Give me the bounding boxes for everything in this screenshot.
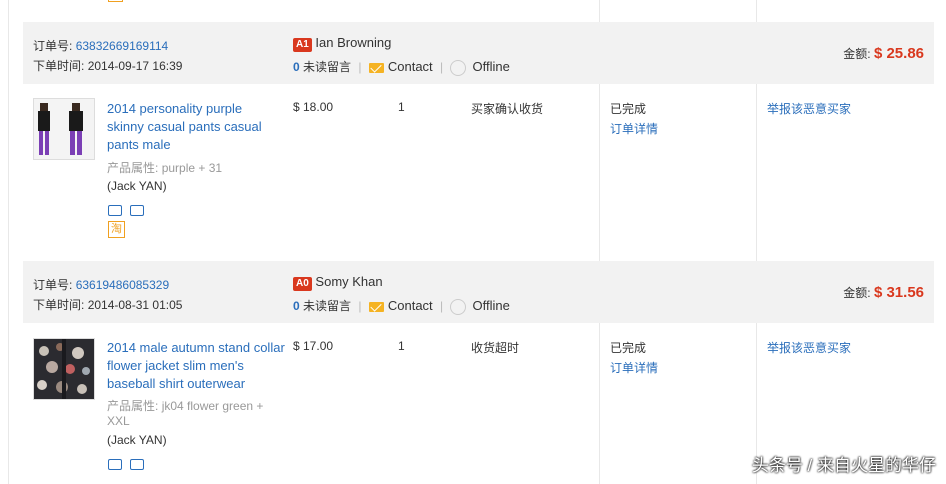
column-divider xyxy=(8,0,9,484)
watermark: 头条号 / 来自火星的华仔 xyxy=(751,456,936,475)
tao-icon-partial xyxy=(108,0,123,2)
amount-label: 金额: xyxy=(843,47,871,61)
buyer-level-badge: A0 xyxy=(293,277,312,291)
item-price: $ 18.00 xyxy=(293,100,334,114)
report-buyer-link[interactable]: 举报该恶意买家 xyxy=(767,339,851,356)
order-number-label: 订单号: xyxy=(33,278,73,292)
order-status: 已完成 xyxy=(610,102,647,116)
snapshot-icon[interactable] xyxy=(130,459,144,471)
order-time-value: 2014-09-17 16:39 xyxy=(87,59,183,73)
order-amount: 金额: $ 25.86 xyxy=(843,45,924,62)
order-time: 下单时间: 2014-09-17 16:39 xyxy=(33,57,182,74)
report-buyer-link[interactable]: 举报该恶意买家 xyxy=(767,100,851,117)
item-price: $ 17.00 xyxy=(293,339,334,353)
product-thumbnail[interactable] xyxy=(33,98,95,160)
item-quantity: 1 xyxy=(398,100,405,114)
separator: | xyxy=(440,60,444,74)
seller-name: (Jack YAN) xyxy=(107,179,167,193)
product-attributes: 产品属性: jk04 flower green + XXL xyxy=(107,399,287,429)
unread-messages-link[interactable]: 未读留言 xyxy=(303,60,351,74)
order-number-link[interactable]: 63619486085329 xyxy=(76,278,169,292)
order-time-value: 2014-08-31 01:05 xyxy=(87,298,183,312)
online-status: Offline xyxy=(472,298,510,313)
amount-value: $ 25.86 xyxy=(873,45,924,62)
item-icons xyxy=(108,203,152,217)
buyer-actions: 0 未读留言 | Contact | Offline xyxy=(293,58,510,76)
order-number: 订单号: 63832669169114 xyxy=(33,37,168,54)
purple-pants-image xyxy=(34,99,94,159)
item-icons xyxy=(108,457,152,471)
trade-status: 收货超时 xyxy=(471,341,520,355)
flower-jacket-image xyxy=(34,339,94,399)
attr-label: 产品属性: xyxy=(107,399,159,413)
product-title-link[interactable]: 2014 male autumn stand collar flower jac… xyxy=(107,339,287,393)
item-quantity: 1 xyxy=(398,339,405,353)
order-time-label: 下单时间: xyxy=(33,298,85,312)
unread-count: 0 xyxy=(293,60,300,74)
buyer-info: A0 Somy Khan xyxy=(293,274,383,291)
offline-status-icon xyxy=(450,298,467,315)
offline-status-icon xyxy=(450,59,467,76)
separator: | xyxy=(358,299,362,313)
contact-link[interactable]: Contact xyxy=(388,298,433,313)
trade-status: 买家确认收货 xyxy=(471,102,544,116)
mail-icon xyxy=(368,62,384,73)
unread-messages-link[interactable]: 未读留言 xyxy=(303,299,351,313)
order-status: 已完成 xyxy=(610,341,647,355)
product-title-link[interactable]: 2014 personality purple skinny casual pa… xyxy=(107,100,277,154)
buyer-info: A1 Ian Browning xyxy=(293,35,391,52)
amount-value: $ 31.56 xyxy=(873,284,924,301)
order-number: 订单号: 63619486085329 xyxy=(33,276,169,293)
order-number-link[interactable]: 63832669169114 xyxy=(76,39,169,53)
taobao-icon[interactable]: 淘 xyxy=(108,221,125,238)
order-detail-link[interactable]: 订单详情 xyxy=(610,120,658,137)
order-number-label: 订单号: xyxy=(33,39,73,53)
separator: | xyxy=(440,299,444,313)
order-time-label: 下单时间: xyxy=(33,59,85,73)
product-attributes: 产品属性: purple + 31 xyxy=(107,159,222,176)
product-thumbnail[interactable] xyxy=(33,338,95,400)
online-status: Offline xyxy=(472,59,510,74)
snapshot-icon[interactable] xyxy=(130,205,144,217)
attr-value: purple + 31 xyxy=(161,161,223,175)
buyer-name: Somy Khan xyxy=(315,274,383,289)
attr-label: 产品属性: xyxy=(107,161,159,175)
contact-link[interactable]: Contact xyxy=(388,59,433,74)
shipping-icon[interactable] xyxy=(108,205,122,217)
unread-count: 0 xyxy=(293,299,300,313)
mail-icon xyxy=(368,301,384,312)
buyer-level-badge: A1 xyxy=(293,38,312,52)
buyer-actions: 0 未读留言 | Contact | Offline xyxy=(293,297,510,315)
order-amount: 金额: $ 31.56 xyxy=(843,284,924,301)
order-detail-link[interactable]: 订单详情 xyxy=(610,359,658,376)
shipping-icon[interactable] xyxy=(108,459,122,471)
seller-name: (Jack YAN) xyxy=(107,433,167,447)
buyer-name: Ian Browning xyxy=(315,35,392,50)
order-time: 下单时间: 2014-08-31 01:05 xyxy=(33,296,182,313)
separator: | xyxy=(358,60,362,74)
amount-label: 金额: xyxy=(843,286,871,300)
